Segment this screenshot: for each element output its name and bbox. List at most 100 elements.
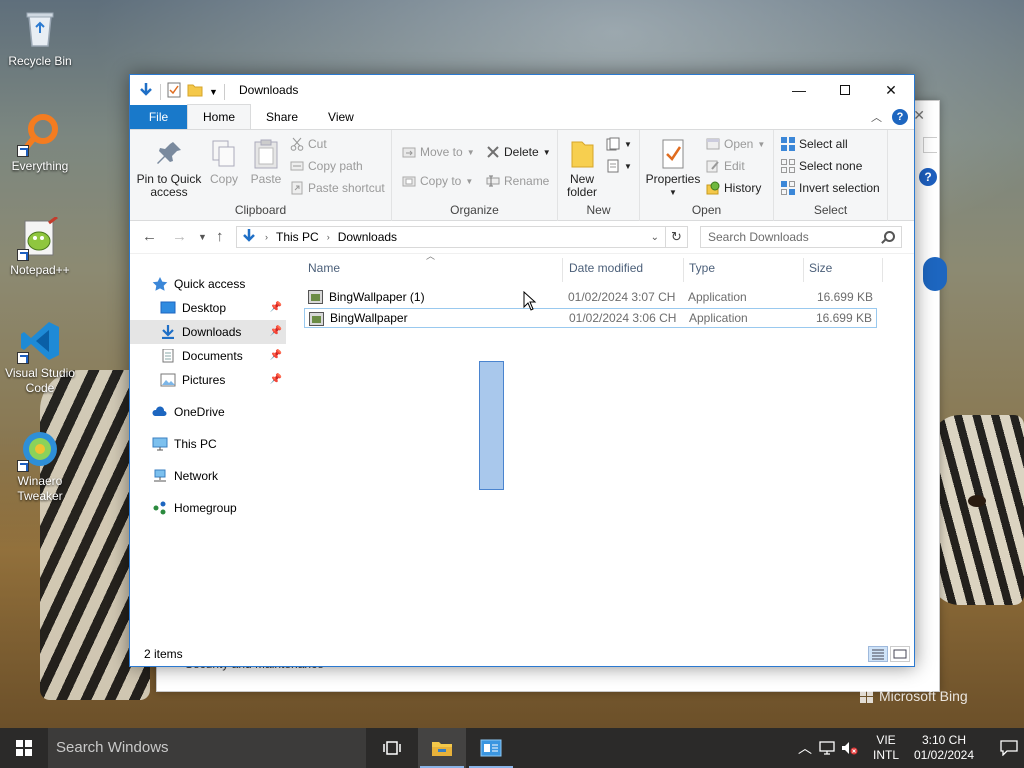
nav-quick-access[interactable]: Quick access	[130, 272, 286, 296]
refresh-button[interactable]: ↻	[666, 226, 688, 248]
help-icon[interactable]: ?	[892, 109, 908, 125]
select-none-button[interactable]: Select none	[781, 159, 862, 173]
help-icon[interactable]: ?	[919, 168, 937, 186]
column-header-type[interactable]: Type	[689, 261, 715, 275]
desktop-icon-recycle-bin[interactable]: Recycle Bin	[0, 8, 80, 69]
properties-button[interactable]: Properties ▼	[644, 138, 702, 199]
desktop-icon-notepadpp[interactable]: Notepad++	[0, 215, 80, 278]
tab-file[interactable]: File	[130, 105, 187, 129]
desktop-icon-everything[interactable]: Everything	[0, 113, 80, 174]
quick-access-toolbar: ▼	[138, 82, 225, 101]
wallpaper-zebra-right	[930, 415, 1024, 605]
nav-pictures[interactable]: Pictures 📌	[130, 368, 286, 392]
nav-this-pc[interactable]: This PC	[130, 432, 286, 456]
maximize-button[interactable]	[822, 75, 868, 105]
volume-muted-icon[interactable]	[839, 741, 859, 755]
nav-homegroup[interactable]: Homegroup	[130, 496, 286, 520]
pinned-icon: 📌	[269, 326, 282, 337]
nav-downloads[interactable]: Downloads 📌	[130, 320, 286, 344]
group-new: New folder ▼ ▼ New	[558, 130, 640, 221]
invert-selection-button[interactable]: Invert selection	[781, 181, 880, 195]
easy-access-button[interactable]: ▼	[606, 159, 632, 173]
minimize-button[interactable]: —	[776, 75, 822, 105]
address-bar[interactable]: › This PC › Downloads ⌄	[236, 226, 666, 248]
nav-documents[interactable]: Documents 📌	[130, 344, 286, 368]
file-explorer-window[interactable]: ▼ Downloads — ✕ File Home Share View ︿ ?	[129, 74, 915, 667]
search-placeholder: Search Downloads	[708, 230, 809, 244]
large-icons-view-button[interactable]	[890, 646, 910, 662]
tab-home[interactable]: Home	[187, 104, 252, 129]
breadcrumb-downloads[interactable]: Downloads	[338, 230, 397, 244]
column-header-size[interactable]: Size	[809, 261, 832, 275]
desktop-icon-label: Everything	[11, 159, 69, 173]
invert-selection-label: Invert selection	[799, 181, 880, 195]
recent-locations-button[interactable]: ▼	[198, 232, 207, 242]
show-hidden-icons-button[interactable]: ︿	[795, 738, 815, 758]
forward-button[interactable]: →	[172, 228, 187, 245]
nav-label: Quick access	[174, 277, 246, 291]
desktop-icon-vscode[interactable]: Visual Studio Code	[0, 320, 80, 396]
copy-path-label: Copy path	[308, 159, 363, 173]
file-row[interactable]: BingWallpaper 01/02/2024 3:06 CH Applica…	[304, 308, 877, 328]
cut-button[interactable]: Cut	[290, 137, 327, 151]
file-row[interactable]: BingWallpaper (1) 01/02/2024 3:07 CH App…	[304, 287, 877, 307]
delete-button[interactable]: Delete ▼	[486, 145, 551, 159]
breadcrumb-this-pc[interactable]: This PC	[276, 230, 319, 244]
taskbar-search[interactable]: Search Windows	[48, 728, 366, 768]
column-header-name[interactable]: Name	[308, 261, 340, 275]
history-button[interactable]: History	[706, 181, 761, 195]
breadcrumb-separator-icon: ›	[326, 232, 330, 242]
collapse-ribbon-icon[interactable]: ︿	[871, 109, 882, 125]
move-to-button[interactable]: Move to ▼	[402, 145, 475, 159]
paste-button[interactable]: Paste	[248, 138, 284, 186]
back-button[interactable]: ←	[142, 228, 157, 245]
close-icon[interactable]: ✕	[913, 107, 925, 124]
new-folder-button[interactable]: New folder	[562, 138, 602, 199]
pin-quick-access-button[interactable]: Pin to Quick access	[136, 138, 202, 199]
clock[interactable]: 3:10 CH 01/02/2024	[907, 733, 981, 763]
up-button[interactable]: ↑	[216, 228, 224, 245]
address-dropdown-icon[interactable]: ⌄	[651, 232, 659, 243]
desktop-icon-winaero[interactable]: Winaero Tweaker	[0, 428, 80, 504]
download-arrow-icon	[138, 82, 154, 101]
details-view-button[interactable]	[868, 646, 888, 662]
customize-qat-icon[interactable]: ▼	[209, 87, 218, 97]
network-status-icon[interactable]	[815, 741, 839, 755]
copy-path-button[interactable]: Copy path	[290, 159, 363, 173]
column-separator[interactable]	[562, 258, 563, 282]
edit-button[interactable]: Edit	[706, 159, 745, 173]
taskbar-file-explorer[interactable]	[418, 728, 466, 768]
paste-shortcut-button[interactable]: Paste shortcut	[290, 181, 385, 195]
back-window-button-edge[interactable]	[923, 257, 947, 291]
column-separator[interactable]	[683, 258, 684, 282]
nav-desktop[interactable]: Desktop 📌	[130, 296, 286, 320]
file-list[interactable]: ︿ Name Date modified Type Size BingWallp…	[298, 251, 914, 634]
search-box[interactable]: Search Downloads	[700, 226, 902, 248]
task-view-button[interactable]	[368, 728, 416, 768]
column-separator[interactable]	[882, 258, 883, 282]
group-clipboard: Pin to Quick access Copy Paste Cut Copy …	[130, 130, 392, 221]
start-button[interactable]	[0, 728, 48, 768]
copy-button[interactable]: Copy	[206, 138, 242, 186]
column-header-date[interactable]: Date modified	[569, 261, 643, 275]
tab-share[interactable]: Share	[251, 105, 313, 129]
tab-view[interactable]: View	[313, 105, 369, 129]
properties-check-icon[interactable]	[167, 82, 181, 101]
select-all-icon	[781, 137, 795, 151]
close-button[interactable]: ✕	[868, 75, 914, 105]
action-center-button[interactable]	[985, 740, 1024, 756]
title-bar[interactable]: ▼ Downloads — ✕	[130, 75, 914, 106]
nav-network[interactable]: Network	[130, 464, 286, 488]
rename-button[interactable]: Rename	[486, 174, 549, 188]
file-date: 01/02/2024 3:07 CH	[568, 290, 676, 304]
open-button[interactable]: Open ▼	[706, 137, 765, 151]
nav-onedrive[interactable]: OneDrive	[130, 400, 286, 424]
select-all-button[interactable]: Select all	[781, 137, 848, 151]
new-folder-icon[interactable]	[187, 83, 203, 100]
input-language[interactable]: VIE INTL	[867, 733, 905, 763]
taskbar-control-panel[interactable]	[467, 728, 515, 768]
new-item-button[interactable]: ▼	[606, 137, 632, 151]
copy-to-button[interactable]: Copy to ▼	[402, 174, 473, 188]
column-separator[interactable]	[803, 258, 804, 282]
rename-label: Rename	[504, 174, 550, 188]
